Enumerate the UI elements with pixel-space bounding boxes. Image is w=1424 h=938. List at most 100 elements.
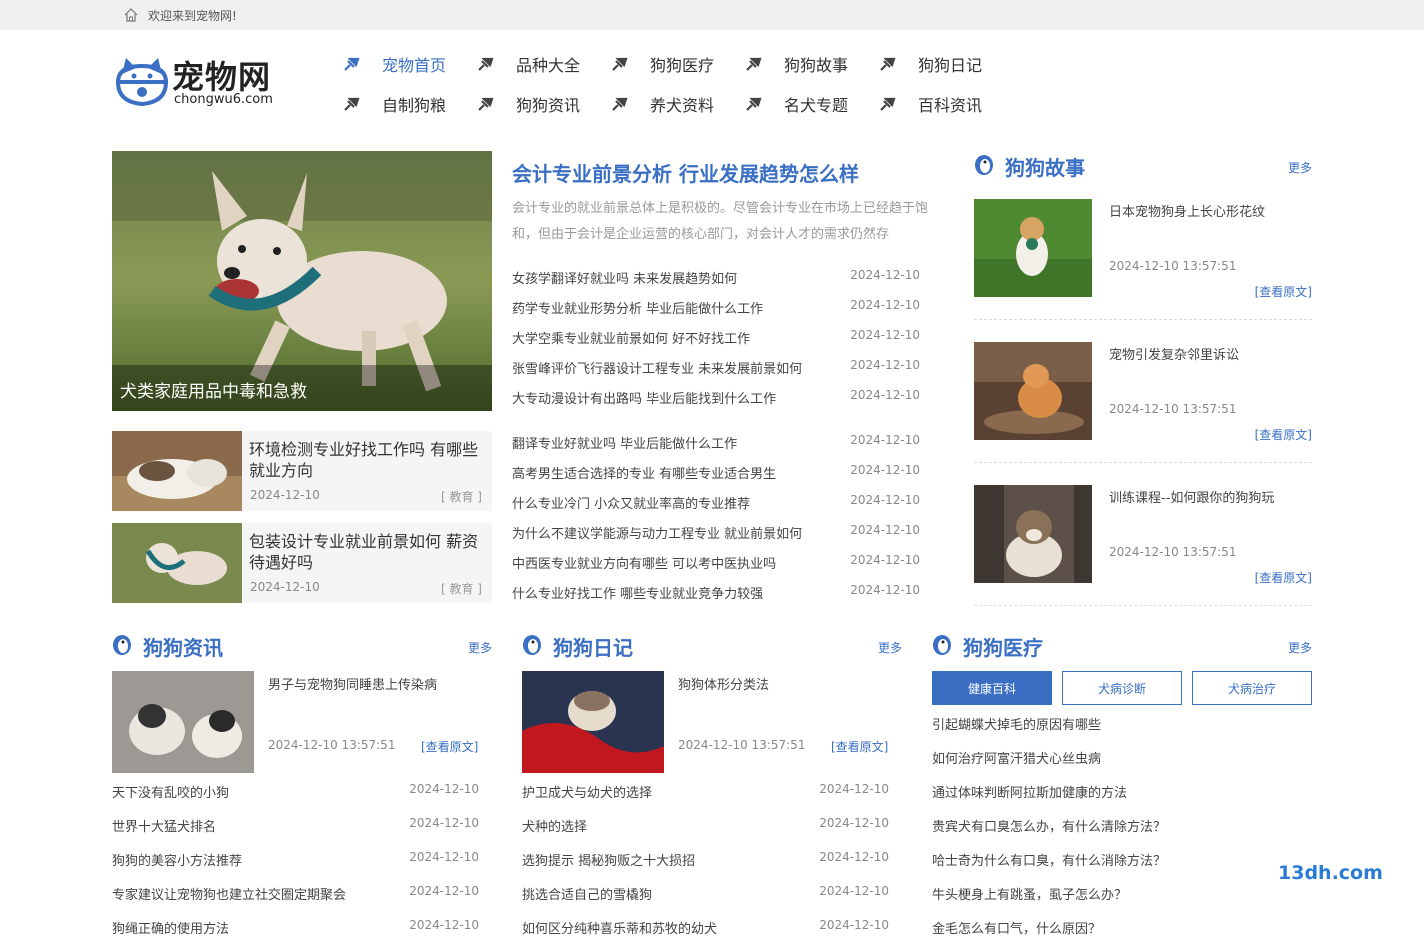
featured-datetime: 2024-12-10 13:57:51 (678, 738, 806, 752)
card-date: 2024-12-10 (250, 488, 320, 502)
tab-health-encyclopedia[interactable]: 健康百科 (932, 671, 1052, 705)
penguin-icon (113, 635, 131, 655)
article-card[interactable]: 环境检测专业好找工作吗 有哪些就业方向 2024-12-10 [ 教育 ] (112, 431, 492, 511)
story-datetime: 2024-12-10 13:57:51 (1109, 259, 1237, 273)
nav-item-medical[interactable]: 狗狗医疗 (650, 52, 714, 76)
headline-title[interactable]: 会计专业前景分析 行业发展趋势怎么样 (512, 158, 859, 187)
featured-article[interactable]: 男子与宠物狗同睡患上传染病 2024-12-10 13:57:51 [查看原文] (112, 671, 482, 773)
featured-article[interactable]: 狗狗体形分类法 2024-12-10 13:57:51 [查看原文] (522, 671, 892, 773)
card-title[interactable]: 包装设计专业就业前景如何 薪资待遇好吗 (249, 531, 485, 573)
card-date: 2024-12-10 (250, 580, 320, 594)
list-item[interactable]: 狗绳正确的使用方法 2024-12-10 (112, 918, 479, 938)
list-item[interactable]: 选狗提示 揭秘狗贩之十大损招 2024-12-10 (522, 850, 889, 870)
view-original-link[interactable]: [查看原文] (421, 738, 478, 755)
card-tag[interactable]: [ 教育 ] (441, 580, 482, 597)
list-item[interactable]: 引起蝴蝶犬掉毛的原因有哪些 (932, 714, 1101, 733)
list-item[interactable]: 狗狗的美容小方法推荐 2024-12-10 (112, 850, 479, 870)
pin-icon (344, 57, 360, 71)
penguin-icon (523, 635, 541, 655)
pin-icon (746, 97, 762, 111)
nav-item-raising[interactable]: 养犬资料 (650, 92, 714, 116)
list-item[interactable]: 药学专业就业形势分析 毕业后能做什么工作 2024-12-10 (512, 298, 920, 318)
more-link-medical[interactable]: 更多 (1288, 639, 1312, 656)
list-item[interactable]: 大学空乘专业就业前景如何 好不好找工作 2024-12-10 (512, 328, 920, 348)
view-original-link[interactable]: [查看原文] (1255, 569, 1312, 586)
featured-datetime: 2024-12-10 13:57:51 (268, 738, 396, 752)
article-card[interactable]: 包装设计专业就业前景如何 薪资待遇好吗 2024-12-10 [ 教育 ] (112, 523, 492, 603)
featured-title[interactable]: 男子与宠物狗同睡患上传染病 (268, 674, 437, 693)
view-original-link[interactable]: [查看原文] (1255, 426, 1312, 443)
list-item[interactable]: 如何治疗阿富汗猎犬心丝虫病 (932, 748, 1101, 767)
story-datetime: 2024-12-10 13:57:51 (1109, 402, 1237, 416)
section-title-news[interactable]: 狗狗资讯 (143, 632, 223, 661)
list-item[interactable]: 金毛怎么有口气，什么原因？ (932, 918, 1101, 937)
tab-disease-diagnosis[interactable]: 犬病诊断 (1062, 671, 1182, 705)
story-title[interactable]: 宠物引发复杂邻里诉讼 (1109, 344, 1239, 363)
story-title[interactable]: 日本宠物狗身上长心形花纹 (1109, 201, 1265, 220)
penguin-icon (975, 155, 993, 175)
list-item[interactable]: 护卫成犬与幼犬的选择 2024-12-10 (522, 782, 889, 802)
pin-icon (478, 97, 494, 111)
list-item[interactable]: 世界十大猛犬排名 2024-12-10 (112, 816, 479, 836)
list-item[interactable]: 贵宾犬有口臭怎么办，有什么清除方法？ (932, 816, 1166, 835)
pin-icon (344, 97, 360, 111)
watermark: 13dh.com (1278, 862, 1383, 884)
cat-blanket-photo (522, 671, 664, 773)
home-icon[interactable] (124, 8, 138, 22)
section-title-medical[interactable]: 狗狗医疗 (963, 632, 1043, 661)
card-title[interactable]: 环境检测专业好找工作吗 有哪些就业方向 (249, 439, 485, 481)
more-link-diary[interactable]: 更多 (878, 639, 902, 656)
site-logo[interactable]: 宠物网 chongwu6.com (114, 50, 294, 110)
list-item[interactable]: 中西医专业就业方向有哪些 可以考中医执业吗 2024-12-10 (512, 553, 920, 573)
list-item[interactable]: 大专动漫设计有出路吗 毕业后能找到什么工作 2024-12-10 (512, 388, 920, 408)
nav-item-stories[interactable]: 狗狗故事 (784, 52, 848, 76)
list-item[interactable]: 什么专业冷门 小众又就业率高的专业推荐 2024-12-10 (512, 493, 920, 513)
story-item[interactable]: 宠物引发复杂邻里诉讼 2024-12-10 13:57:51 [查看原文] (974, 342, 1312, 443)
view-original-link[interactable]: [查看原文] (1255, 283, 1312, 300)
list-item[interactable]: 女孩学翻译好就业吗 未来发展趋势如何 2024-12-10 (512, 268, 920, 288)
nav-item-famous-dogs[interactable]: 名犬专题 (784, 92, 848, 116)
headline-summary: 会计专业的就业前景总体上是积极的。尽管会计专业在市场上已经趋于饱和，但由于会计是… (512, 201, 929, 242)
hero-caption[interactable]: 犬类家庭用品中毒和急救 (112, 365, 492, 411)
pin-icon (612, 57, 628, 71)
logo-domain: chongwu6.com (174, 92, 273, 107)
list-item[interactable]: 为什么不建议学能源与动力工程专业 就业前景如何 2024-12-10 (512, 523, 920, 543)
list-item[interactable]: 如何区分纯种喜乐蒂和苏牧的幼犬 2024-12-10 (522, 918, 889, 938)
list-item[interactable]: 高考男生适合选择的专业 有哪些专业适合男生 2024-12-10 (512, 463, 920, 483)
view-original-link[interactable]: [查看原文] (831, 738, 888, 755)
list-item[interactable]: 通过体味判断阿拉斯加健康的方法 (932, 782, 1127, 801)
cat-logo-icon (115, 58, 169, 107)
story-item[interactable]: 训练课程--如何跟你的狗狗玩 2024-12-10 13:57:51 [查看原文… (974, 485, 1312, 586)
list-item[interactable]: 挑选合适自己的雪橇狗 2024-12-10 (522, 884, 889, 904)
list-item[interactable]: 牛头梗身上有跳蚤，虱子怎么办？ (932, 884, 1127, 903)
card-tag[interactable]: [ 教育 ] (441, 488, 482, 505)
list-item[interactable]: 张雪峰评价飞行器设计工程专业 未来发展前景如何 2024-12-10 (512, 358, 920, 378)
tabby-cat-photo (974, 485, 1092, 583)
story-item[interactable]: 日本宠物狗身上长心形花纹 2024-12-10 13:57:51 [查看原文] (974, 199, 1312, 300)
nav-item-news[interactable]: 狗狗资讯 (516, 92, 580, 116)
list-item[interactable]: 天下没有乱咬的小狗 2024-12-10 (112, 782, 479, 802)
nav-item-diary[interactable]: 狗狗日记 (918, 52, 982, 76)
list-item[interactable]: 犬种的选择 2024-12-10 (522, 816, 889, 836)
running-dog-thumb (112, 523, 242, 603)
top-bar: 欢迎来到宠物网! (0, 0, 1424, 30)
divider (974, 462, 1312, 463)
nav-item-dogfood[interactable]: 自制狗粮 (382, 92, 446, 116)
more-link-news[interactable]: 更多 (468, 639, 492, 656)
story-title[interactable]: 训练课程--如何跟你的狗狗玩 (1109, 487, 1274, 506)
more-link-stories[interactable]: 更多 (1288, 159, 1312, 176)
list-item[interactable]: 翻译专业好就业吗 毕业后能做什么工作 2024-12-10 (512, 433, 920, 453)
story-datetime: 2024-12-10 13:57:51 (1109, 545, 1237, 559)
divider (974, 319, 1312, 320)
nav-item-encyclopedia[interactable]: 百科资讯 (918, 92, 982, 116)
nav-item-breeds[interactable]: 品种大全 (516, 52, 580, 76)
list-item[interactable]: 专家建议让宠物狗也建立社交圈定期聚会 2024-12-10 (112, 884, 479, 904)
list-item[interactable]: 什么专业好找工作 哪些专业就业竞争力较强 2024-12-10 (512, 583, 920, 603)
section-title-stories[interactable]: 狗狗故事 (1005, 152, 1085, 181)
list-item[interactable]: 哈士奇为什么有口臭，有什么消除方法？ (932, 850, 1166, 869)
tab-disease-treatment[interactable]: 犬病治疗 (1192, 671, 1312, 705)
nav-item-home[interactable]: 宠物首页 (382, 52, 446, 76)
hero-banner[interactable]: 犬类家庭用品中毒和急救 (112, 151, 492, 411)
featured-title[interactable]: 狗狗体形分类法 (678, 674, 769, 693)
section-title-diary[interactable]: 狗狗日记 (553, 632, 633, 661)
